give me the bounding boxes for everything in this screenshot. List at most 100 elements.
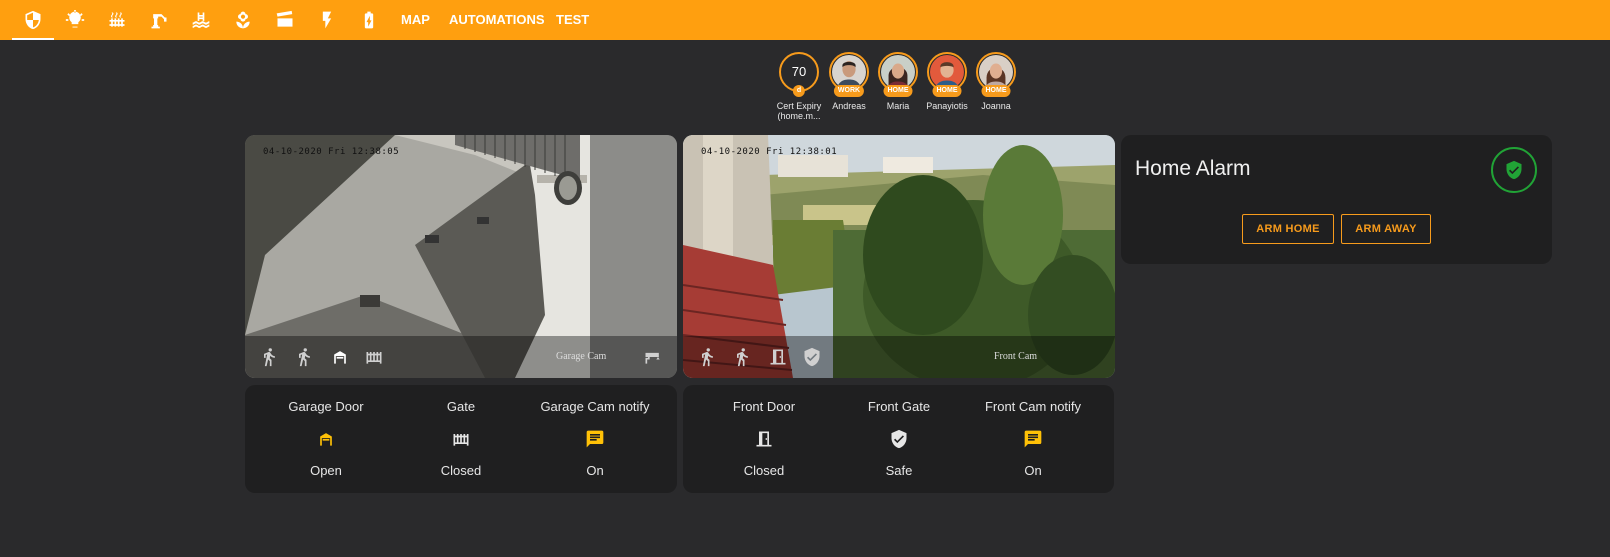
pool-icon <box>192 12 210 28</box>
shield-check-icon <box>1506 160 1522 180</box>
avatar-photo-image <box>832 55 866 89</box>
motion-walk-icon[interactable] <box>732 347 752 367</box>
avatar-photo <box>979 55 1013 89</box>
entity-front-cam-notify[interactable]: Front Cam notify On <box>963 399 1103 478</box>
garage-open-icon <box>256 429 396 451</box>
camera-name: Garage Cam <box>556 351 607 362</box>
door-closed-icon[interactable] <box>768 347 788 367</box>
message-text-icon <box>963 429 1103 451</box>
badge-person-joanna[interactable]: HOME Joanna <box>972 52 1020 111</box>
badge-name: Cert Expiry (home.m... <box>775 101 823 121</box>
avatar-photo-image <box>881 55 915 89</box>
walk-icon-svg <box>737 348 748 367</box>
gate-icon[interactable] <box>364 347 384 367</box>
tab-automations[interactable]: AUTOMATIONS <box>449 0 545 40</box>
entity-garage-cam-notify[interactable]: Garage Cam notify On <box>525 399 665 478</box>
entity-state: Safe <box>885 463 913 478</box>
walk-icon-svg <box>702 348 713 367</box>
motion-walk-icon[interactable] <box>294 347 314 367</box>
robot-arm-icon <box>151 14 167 29</box>
lightbulb-icon <box>65 10 85 28</box>
badge-person-maria[interactable]: HOME Maria <box>874 52 922 111</box>
message-text-icon-svg <box>586 430 604 448</box>
battery-charging-icon <box>364 11 374 29</box>
avatar: HOME <box>878 52 918 97</box>
door-closed-icon <box>694 429 834 451</box>
shield-half-icon <box>25 10 41 30</box>
avatar-photo <box>832 55 866 89</box>
motion-walk-icon[interactable] <box>697 347 717 367</box>
badge-unit-chip: d <box>792 85 806 97</box>
entity-name: Garage Door <box>288 399 364 414</box>
badge-name-line2: (home.m... <box>777 111 821 121</box>
garage-open-icon[interactable] <box>330 347 350 367</box>
tab-test[interactable]: TEST <box>556 0 589 40</box>
camera-timestamp: 04-10-2020 Fri 12:38:01 <box>701 147 838 157</box>
alarm-title: Home Alarm <box>1135 157 1251 180</box>
location-chip: HOME <box>981 85 1011 97</box>
badge-name-line1: Cert Expiry <box>776 101 822 111</box>
entity-front-gate[interactable]: Front Gate Safe <box>829 399 969 478</box>
entity-name: Front Gate <box>867 399 931 414</box>
tab-garden[interactable] <box>222 0 264 40</box>
radiator-icon <box>109 12 125 27</box>
top-app-bar: MAP AUTOMATIONS TEST <box>0 0 1610 40</box>
motion-walk-icon[interactable] <box>259 347 279 367</box>
message-text-icon-svg <box>1024 430 1042 448</box>
entity-name: Front Cam notify <box>984 399 1082 414</box>
home-alarm-card: Home Alarm ARM HOME ARM AWAY <box>1121 135 1552 264</box>
entity-gate[interactable]: Gate Closed <box>391 399 531 478</box>
camera-cctv-icon[interactable] <box>643 347 663 367</box>
avatar-photo-image <box>979 55 1013 89</box>
tab-pool[interactable] <box>180 0 222 40</box>
garage-open-icon-svg <box>334 351 346 364</box>
avatar: HOME <box>927 52 967 97</box>
entity-state: Closed <box>743 463 785 478</box>
garage-camera-card[interactable]: 04-10-2020 Fri 12:38:05 Garage Cam <box>245 135 677 378</box>
shield-check-icon[interactable] <box>802 347 822 367</box>
clapperboard-icon <box>276 10 293 27</box>
gate-icon <box>391 429 531 451</box>
arm-home-button[interactable]: ARM HOME <box>1242 214 1334 244</box>
garage-entities-card: Garage Door Open Gate Closed Garage Cam … <box>245 385 677 493</box>
person-name: Maria <box>886 101 910 111</box>
location-chip: HOME <box>883 85 913 97</box>
front-entities-card: Front Door Closed Front Gate Safe Front … <box>683 385 1114 493</box>
avatar-photo <box>930 55 964 89</box>
walk-icon-svg <box>299 348 310 367</box>
camera-name: Front Cam <box>994 351 1038 362</box>
badge-circle: 70 d <box>779 52 819 97</box>
camera-timestamp: 04-10-2020 Fri 12:38:05 <box>263 147 400 157</box>
tab-energy[interactable] <box>306 0 348 40</box>
garage-open-icon-svg <box>320 433 332 446</box>
tab-security[interactable] <box>12 0 54 40</box>
badge-person-panayiotis[interactable]: HOME Panayiotis <box>923 52 971 111</box>
tab-map[interactable]: MAP <box>401 0 430 40</box>
person-name: Joanna <box>981 101 1011 111</box>
door-icon-svg <box>756 431 772 447</box>
entity-name: Garage Cam notify <box>540 399 650 414</box>
entity-garage-door[interactable]: Garage Door Open <box>256 399 396 478</box>
tab-heating[interactable] <box>96 0 138 40</box>
avatar-photo-image <box>930 55 964 89</box>
badge-person-andreas[interactable]: WORK Andreas <box>825 52 873 111</box>
shield-check-icon-svg <box>891 429 907 449</box>
entity-state: On <box>1024 463 1042 478</box>
person-name: Panayiotis <box>926 101 968 111</box>
entity-state: Open <box>310 463 342 478</box>
badge-cert-expiry[interactable]: 70 d Cert Expiry (home.m... <box>775 52 823 121</box>
tab-lights[interactable] <box>54 0 96 40</box>
flower-icon <box>236 11 250 29</box>
location-chip: WORK <box>833 85 865 97</box>
entity-front-door[interactable]: Front Door Closed <box>694 399 834 478</box>
tab-media[interactable] <box>264 0 306 40</box>
shield-check-icon-svg <box>804 347 820 367</box>
alarm-status-indicator[interactable] <box>1491 147 1537 193</box>
front-camera-card[interactable]: 04-10-2020 Fri 12:38:01 Front Cam <box>683 135 1115 378</box>
tab-robot[interactable] <box>138 0 180 40</box>
avatar: HOME <box>976 52 1016 97</box>
tab-battery[interactable] <box>348 0 390 40</box>
arm-away-button[interactable]: ARM AWAY <box>1341 214 1431 244</box>
gate-icon-svg <box>366 352 382 364</box>
shield-check-icon <box>829 429 969 451</box>
